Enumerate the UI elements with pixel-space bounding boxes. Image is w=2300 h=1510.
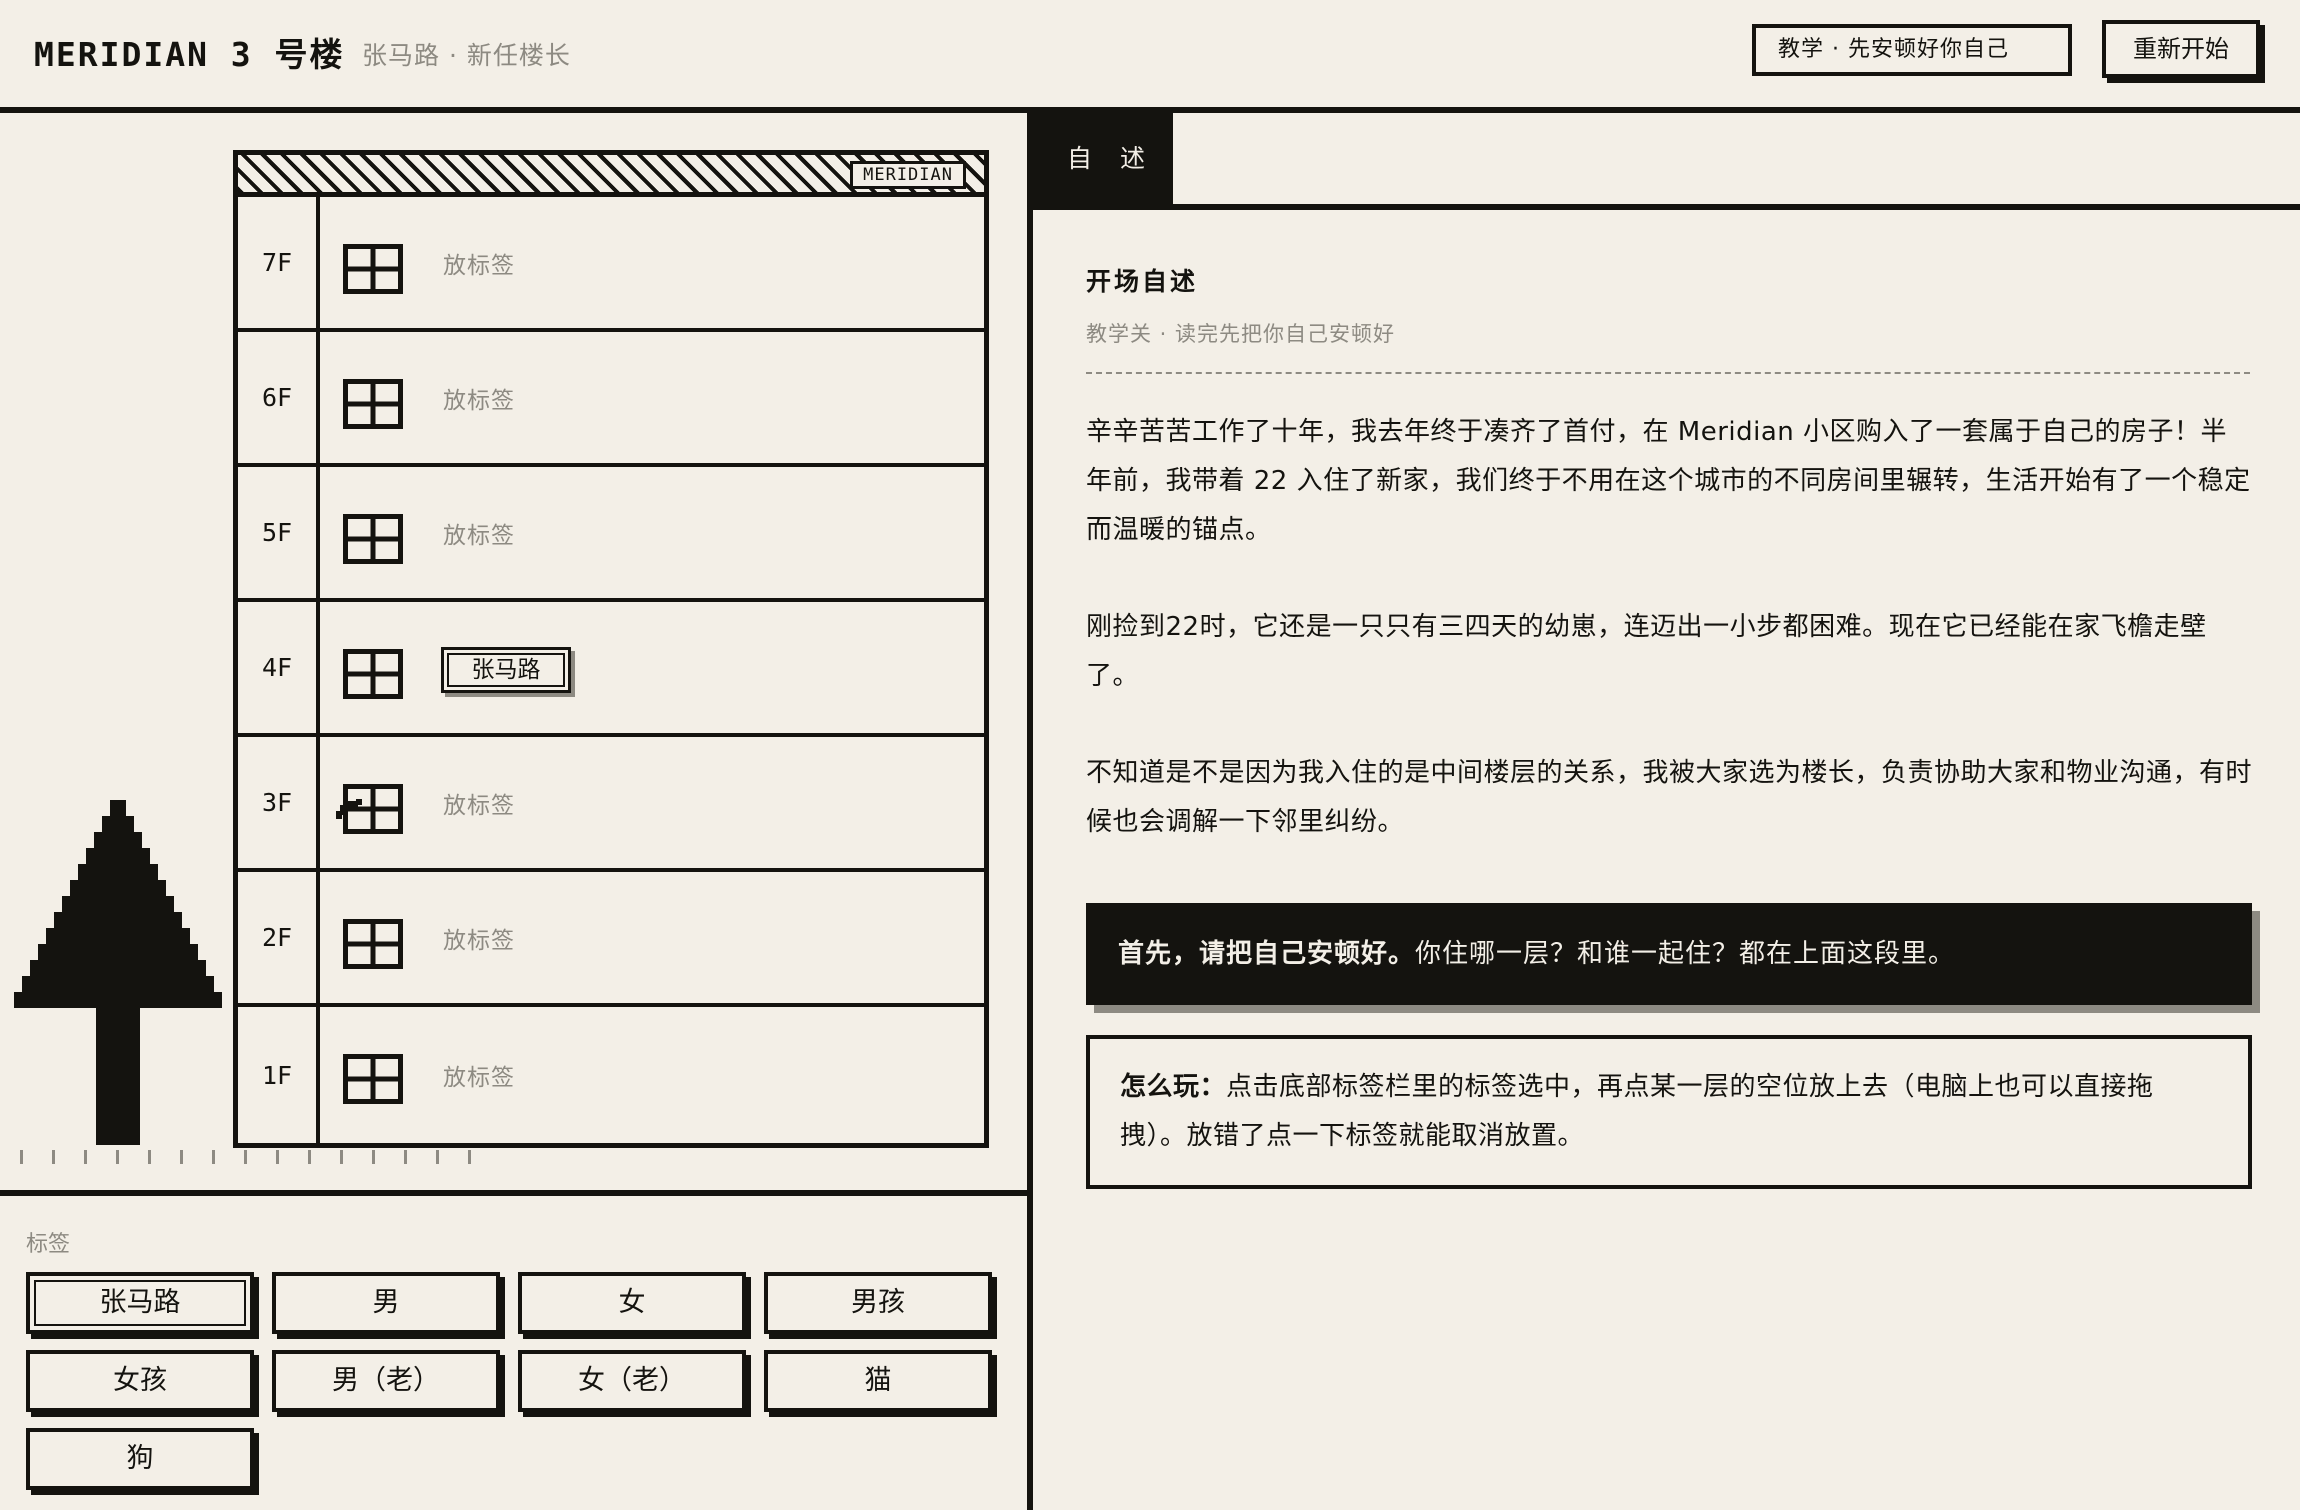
ground-ticks: [20, 1150, 490, 1164]
tag-grid: 张马路 男 女 男孩 女孩 男（老） 女（老） 猫 狗: [26, 1272, 1001, 1490]
floor-number: 5F: [238, 467, 320, 598]
how-to-play-text: 点击底部标签栏里的标签选中，再点某一层的空位放上去（电脑上也可以直接拖拽）。放错…: [1120, 1072, 2154, 1151]
tag-button[interactable]: 张马路: [26, 1272, 254, 1334]
empty-slot[interactable]: 放标签: [443, 197, 515, 328]
window-icon: [343, 919, 403, 969]
bird-icon: [336, 799, 362, 819]
restart-button[interactable]: 重新开始: [2102, 20, 2260, 78]
floor-7f[interactable]: 7F 放标签: [238, 197, 984, 332]
tag-button[interactable]: 女: [518, 1272, 746, 1334]
floor-number: 4F: [238, 602, 320, 733]
tray-label: 标签: [26, 1232, 71, 1257]
how-to-play-bold: 怎么玩：: [1120, 1072, 1227, 1102]
section-title: 开场自述: [1086, 267, 1199, 296]
empty-slot[interactable]: 放标签: [443, 332, 515, 463]
floor-number: 3F: [238, 737, 320, 868]
floor-list: 7F 放标签 6F 放标签 5F 放标签 4F 张马路 3F 放标签 2F 放标…: [238, 197, 984, 1143]
empty-slot[interactable]: 放标签: [443, 467, 515, 598]
tag-button[interactable]: 男: [272, 1272, 500, 1334]
placed-tag[interactable]: 张马路: [441, 647, 571, 693]
window-icon: [343, 514, 403, 564]
tag-button[interactable]: 狗: [26, 1428, 254, 1490]
tag-button[interactable]: 男孩: [764, 1272, 992, 1334]
floor-1f[interactable]: 1F 放标签: [238, 1007, 984, 1143]
dashed-divider: [1086, 372, 2250, 374]
panel-divider: [1027, 113, 1033, 1510]
top-bar: MERIDIAN 3 号楼 张马路 · 新任楼长 教学 · 先安顿好你自己 重新…: [0, 0, 2300, 113]
pine-tree-icon: [14, 800, 222, 1145]
task-prompt-bold: 首先，请把自己安顿好。: [1118, 939, 1416, 969]
empty-slot[interactable]: 放标签: [443, 872, 515, 1003]
floor-number: 2F: [238, 872, 320, 1003]
narration-content: 开场自述 教学关 · 读完先把你自己安顿好 辛辛苦苦工作了十年，我去年终于凑齐了…: [1086, 262, 2252, 1189]
window-icon: [343, 1054, 403, 1104]
building-brand-plate: MERIDIAN: [850, 161, 966, 189]
tag-button[interactable]: 猫: [764, 1350, 992, 1412]
floor-number: 1F: [238, 1007, 320, 1143]
story-paragraph: 刚捡到22时，它还是一只只有三四天的幼崽，连迈出一小步都困难。现在它已经能在家飞…: [1086, 612, 2207, 691]
story-paragraph: 不知道是不是因为我入住的是中间楼层的关系，我被大家选为楼长，负责协助大家和物业沟…: [1086, 758, 2253, 837]
empty-slot[interactable]: 放标签: [443, 737, 515, 868]
floor-2f[interactable]: 2F 放标签: [238, 872, 984, 1007]
how-to-play: 怎么玩：点击底部标签栏里的标签选中，再点某一层的空位放上去（电脑上也可以直接拖拽…: [1086, 1035, 2252, 1189]
floor-6f[interactable]: 6F 放标签: [238, 332, 984, 467]
building-roof: MERIDIAN: [238, 155, 984, 197]
mode-indicator: 教学 · 先安顿好你自己: [1752, 24, 2072, 76]
floor-number: 6F: [238, 332, 320, 463]
tag-button[interactable]: 男（老）: [272, 1350, 500, 1412]
task-prompt: 首先，请把自己安顿好。你住哪一层？和谁一起住？都在上面这段里。: [1086, 903, 2252, 1005]
floor-number: 7F: [238, 197, 320, 328]
tag-button[interactable]: 女孩: [26, 1350, 254, 1412]
tag-tray: 标签 张马路 男 女 男孩 女孩 男（老） 女（老） 猫 狗: [0, 1190, 1027, 1510]
app-subtitle: 张马路 · 新任楼长: [362, 41, 571, 70]
tab-strip: 自 述: [1033, 113, 2300, 210]
floor-4f[interactable]: 4F 张马路: [238, 602, 984, 737]
task-prompt-text: 你住哪一层？和谁一起住？都在上面这段里。: [1415, 939, 1956, 969]
window-icon: [343, 379, 403, 429]
tab-narration[interactable]: 自 述: [1033, 113, 1173, 210]
floor-3f[interactable]: 3F 放标签: [238, 737, 984, 872]
section-subtitle: 教学关 · 读完先把你自己安顿好: [1086, 322, 1396, 346]
tag-button[interactable]: 女（老）: [518, 1350, 746, 1412]
story-paragraph: 辛辛苦苦工作了十年，我去年终于凑齐了首付，在 Meridian 小区购入了一套属…: [1086, 417, 2251, 545]
floor-5f[interactable]: 5F 放标签: [238, 467, 984, 602]
building: MERIDIAN 7F 放标签 6F 放标签 5F 放标签 4F 张马路 3F: [233, 150, 989, 1148]
window-icon: [343, 244, 403, 294]
empty-slot[interactable]: 放标签: [443, 1007, 515, 1143]
app-title: MERIDIAN 3 号楼: [34, 35, 345, 74]
window-icon: [343, 649, 403, 699]
